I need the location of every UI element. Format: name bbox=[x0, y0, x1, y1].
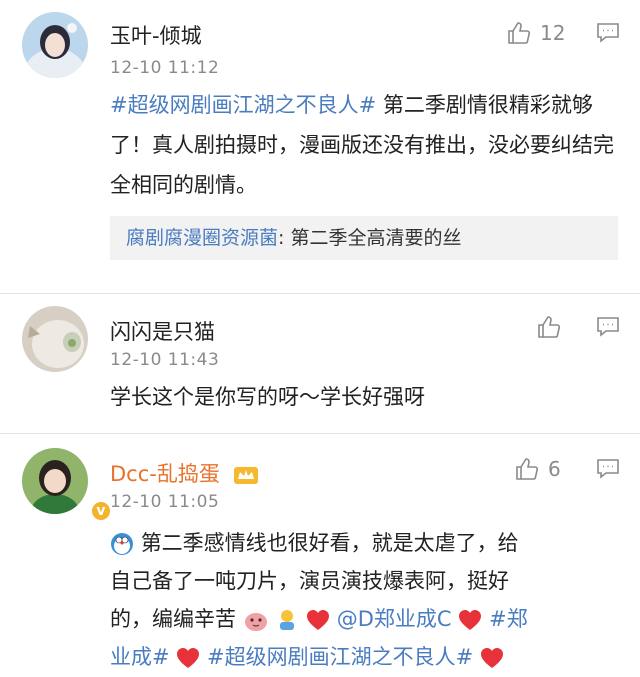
hashtag-link[interactable]: #郑 bbox=[489, 607, 528, 631]
comment-text: 第二季感情线也很好看，就是太虐了，给 自己备了一吨刀片，演员演技爆表阿，挺好 的… bbox=[110, 524, 620, 676]
cute-creature-emoji bbox=[244, 613, 267, 631]
comment-icon[interactable] bbox=[596, 458, 620, 480]
timestamp: 12-10 11:43 bbox=[110, 350, 220, 370]
avatar[interactable] bbox=[22, 12, 88, 78]
quoted-post[interactable]: 腐剧腐漫圈资源菌: 第二季全高清要的丝 bbox=[110, 216, 618, 260]
doraemon-emoji bbox=[111, 533, 133, 555]
like-button[interactable]: 12 bbox=[506, 20, 565, 46]
heart-emoji bbox=[307, 610, 330, 630]
timestamp: 12-10 11:12 bbox=[110, 58, 220, 78]
avatar[interactable]: v bbox=[22, 448, 112, 522]
person-emoji bbox=[280, 610, 295, 630]
timestamp: 12-10 11:05 bbox=[110, 492, 220, 512]
verified-badge: v bbox=[90, 500, 112, 522]
comment-line: 自己备了一吨刀片，演员演技爆表阿，挺好 bbox=[110, 569, 509, 593]
like-count: 12 bbox=[540, 21, 566, 45]
thumbs-up-icon bbox=[538, 316, 561, 338]
comment-text: #超级网剧画江湖之不良人# 第二季剧情很精彩就够了！真人剧拍摄时，漫画版还没有推… bbox=[110, 85, 620, 205]
hashtag-link[interactable]: #超级网剧画江湖之不良人# bbox=[110, 93, 376, 117]
username[interactable]: 闪闪是只猫 bbox=[110, 316, 215, 346]
thumbs-up-icon bbox=[516, 458, 539, 480]
quote-author[interactable]: 腐剧腐漫圈资源菌 bbox=[126, 227, 278, 249]
comment-icon[interactable] bbox=[596, 22, 620, 44]
username[interactable]: Dcc-乱捣蛋 bbox=[110, 458, 259, 488]
comment-icon[interactable] bbox=[596, 316, 620, 338]
divider bbox=[0, 293, 640, 294]
username[interactable]: 玉叶-倾城 bbox=[110, 20, 202, 50]
mention-link[interactable]: @D郑业成C bbox=[337, 607, 452, 631]
like-button[interactable]: 6 bbox=[514, 456, 561, 482]
like-button[interactable] bbox=[536, 314, 562, 340]
avatar[interactable] bbox=[22, 306, 88, 372]
heart-emoji bbox=[177, 648, 200, 668]
comment-line: 第二季感情线也很好看，就是太虐了，给 bbox=[140, 531, 519, 555]
comment-text: 学长这个是你写的呀～学长好强呀 bbox=[110, 385, 425, 409]
vip-crown-icon bbox=[233, 467, 258, 484]
comment-line: 的，编编辛苦 bbox=[110, 607, 236, 631]
hashtag-link[interactable]: #超级网剧画江湖之不良人# bbox=[207, 645, 473, 669]
like-count: 6 bbox=[548, 457, 561, 481]
hashtag-link[interactable]: 业成# bbox=[110, 645, 170, 669]
divider bbox=[0, 433, 640, 434]
quote-text: : 第二季全高清要的丝 bbox=[278, 227, 462, 249]
thumbs-up-icon bbox=[508, 22, 531, 44]
username-text: Dcc-乱捣蛋 bbox=[110, 462, 220, 486]
heart-emoji bbox=[480, 648, 503, 668]
heart-emoji bbox=[459, 610, 482, 630]
